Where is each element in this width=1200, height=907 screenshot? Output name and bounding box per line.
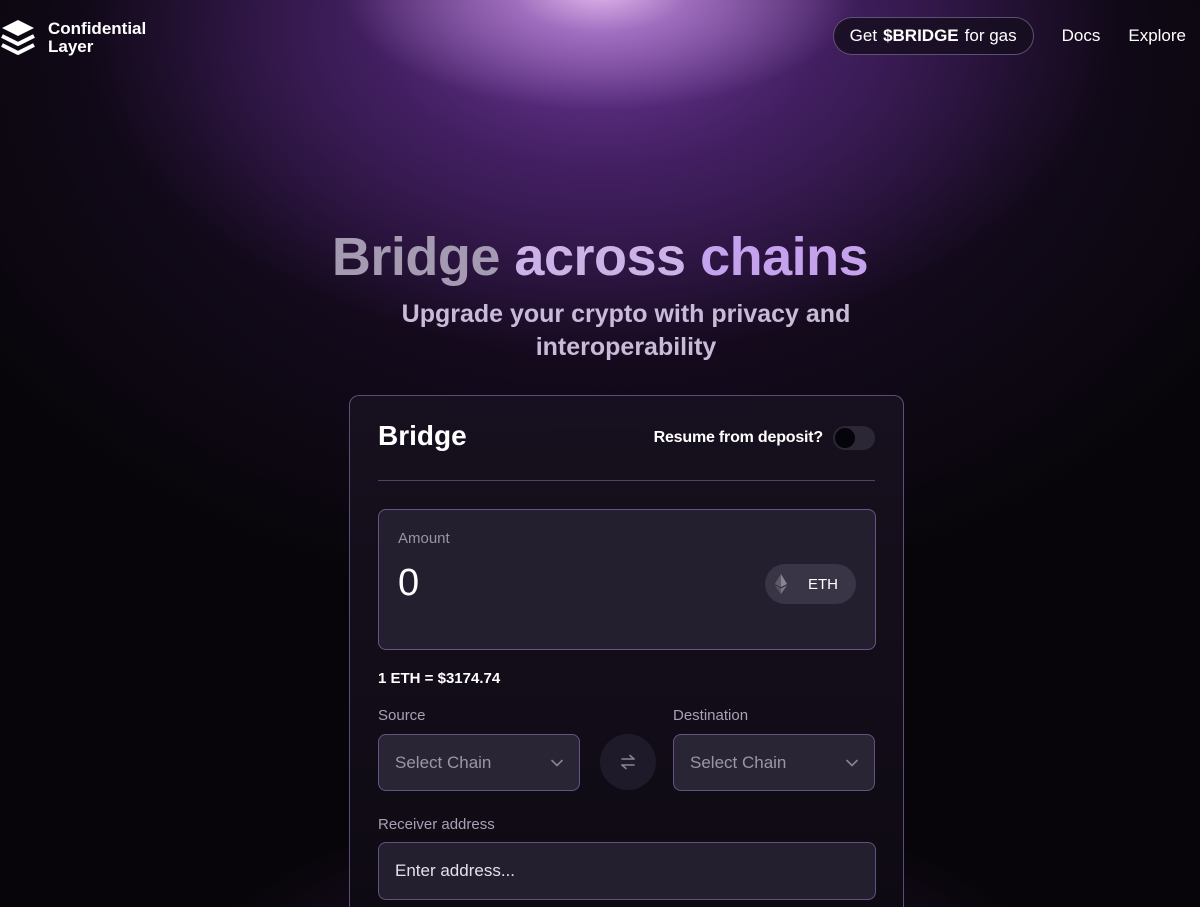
gas-button-suffix: for gas: [964, 26, 1017, 45]
chevron-down-icon: [551, 759, 563, 766]
resume-from-deposit: Resume from deposit?: [654, 426, 875, 450]
destination-chain-value: Select Chain: [690, 752, 787, 772]
receiver-address-input[interactable]: [378, 842, 876, 900]
ethereum-icon: [775, 574, 787, 594]
nav-link-explore[interactable]: Explore: [1128, 26, 1186, 46]
swap-arrows-icon: [621, 754, 635, 770]
source-label: Source: [378, 707, 426, 724]
gas-button-prefix: Get: [849, 26, 878, 45]
brand-name-line2: Layer: [48, 37, 94, 56]
card-title: Bridge: [378, 420, 467, 451]
swap-chains-button[interactable]: [600, 734, 656, 790]
bridge-card: Bridge Resume from deposit? Amount 0 ETH…: [349, 395, 904, 907]
token-selector[interactable]: ETH: [765, 564, 856, 604]
hero-title-word-1: Bridge: [331, 227, 501, 287]
brand-logo[interactable]: Confidential Layer: [0, 18, 168, 58]
destination-label: Destination: [673, 707, 749, 724]
chevron-down-icon: [846, 759, 858, 766]
hero-title: Bridge across chains: [0, 226, 1200, 288]
bridge-page: Confidential Layer Get $BRIDGE for gas D…: [0, 0, 1200, 907]
source-chain-value: Select Chain: [395, 752, 492, 772]
toggle-knob: [835, 428, 855, 448]
card-divider: [378, 480, 875, 481]
amount-field[interactable]: Amount 0 ETH: [378, 509, 876, 650]
gas-button-token: $BRIDGE: [883, 26, 959, 45]
nav-link-docs[interactable]: Docs: [1062, 26, 1101, 46]
resume-toggle[interactable]: [833, 426, 875, 450]
amount-value[interactable]: 0: [398, 562, 419, 605]
brand-name: Confidential Layer: [48, 20, 168, 56]
top-nav: Get $BRIDGE for gas Docs Explore: [832, 17, 1186, 55]
get-bridge-gas-button[interactable]: Get $BRIDGE for gas: [832, 17, 1034, 55]
exchange-rate: 1 ETH = $3174.74: [378, 670, 501, 687]
stacked-layers-icon: [1, 20, 35, 55]
hero-subtitle: Upgrade your crypto with privacy and int…: [401, 300, 851, 361]
token-symbol: ETH: [808, 575, 838, 593]
receiver-address-label: Receiver address: [378, 816, 495, 833]
source-chain-select[interactable]: Select Chain: [378, 734, 580, 791]
amount-label: Amount: [398, 530, 450, 547]
destination-chain-select[interactable]: Select Chain: [673, 734, 875, 791]
hero-title-word-3: chains: [700, 227, 869, 287]
hero-title-word-2: across: [514, 227, 686, 287]
resume-toggle-label: Resume from deposit?: [653, 429, 824, 446]
brand-name-line1: Confidential: [48, 19, 147, 38]
